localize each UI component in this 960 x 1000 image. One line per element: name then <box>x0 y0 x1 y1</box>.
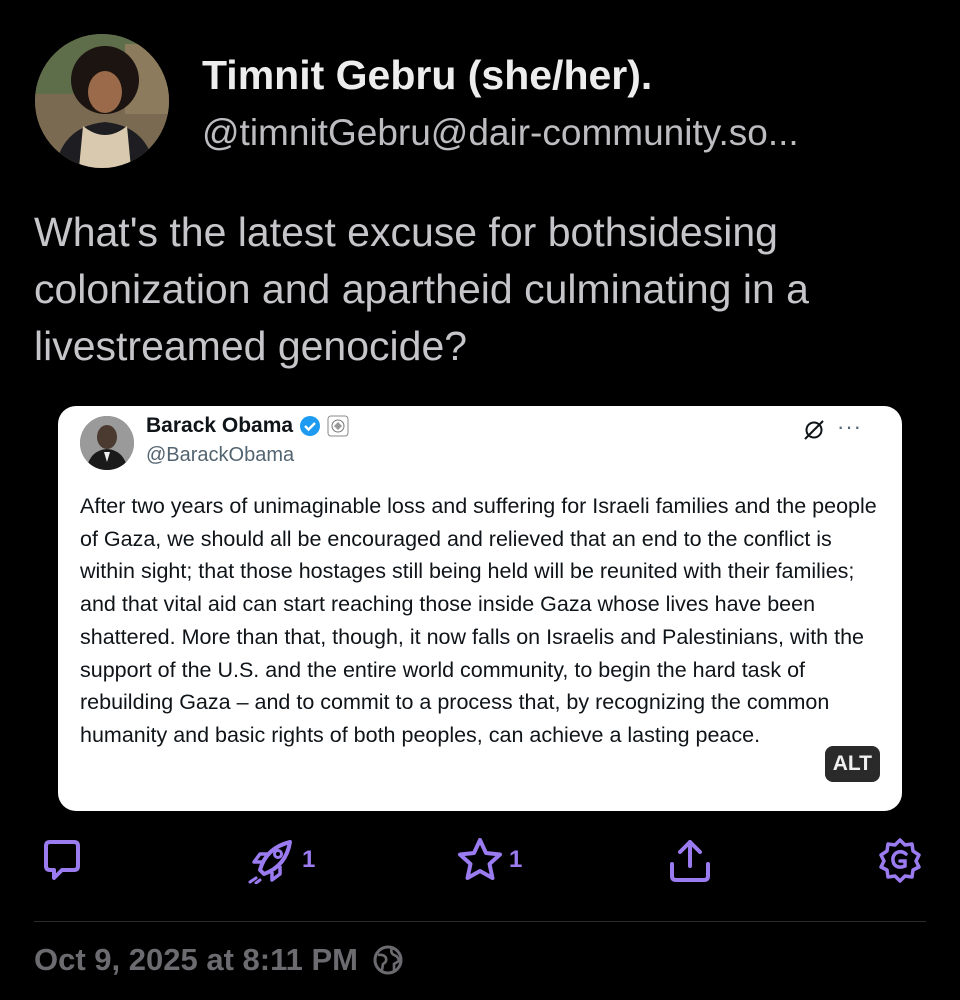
embed-author-handle: @BarackObama <box>146 444 295 466</box>
embedded-post-image[interactable]: Barack Obama @BarackObama ··· After two … <box>58 406 902 811</box>
embed-avatar <box>80 416 134 470</box>
embed-author-name-text: Barack Obama <box>146 414 294 437</box>
gear-icon <box>879 838 921 883</box>
government-seal-icon <box>327 415 349 437</box>
reply-icon <box>44 840 80 880</box>
share-button[interactable] <box>666 836 714 884</box>
post-text: What's the latest excuse for bothsidesin… <box>34 209 809 369</box>
star-icon <box>458 838 502 880</box>
more-actions-button[interactable] <box>876 836 924 884</box>
author-avatar-image <box>35 34 169 168</box>
boost-icon <box>248 840 292 884</box>
post-timestamp[interactable]: Oct 9, 2025 at 8:11 PM <box>34 942 404 978</box>
boost-count: 1 <box>302 846 316 873</box>
timestamp-text: Oct 9, 2025 at 8:11 PM <box>34 942 358 977</box>
embed-more-icon: ··· <box>837 414 862 439</box>
verified-badge-icon <box>300 416 321 436</box>
author-avatar[interactable] <box>35 34 169 168</box>
grok-icon <box>804 420 824 440</box>
favourite-count: 1 <box>509 846 523 873</box>
divider <box>34 921 926 922</box>
author-handle[interactable]: @timnitGebru@dair-community.so... <box>202 112 922 154</box>
alt-text-button[interactable]: ALT <box>824 746 880 782</box>
embed-author-name: Barack Obama <box>146 414 349 438</box>
reply-button[interactable] <box>38 836 86 884</box>
embed-post-text: After two years of unimaginable loss and… <box>80 494 877 747</box>
author-display-name[interactable]: Timnit Gebru (she/her). <box>202 52 652 99</box>
boost-button[interactable]: 1 <box>246 836 315 884</box>
action-bar: 1 1 <box>0 836 960 886</box>
globe-icon <box>373 945 403 975</box>
favourite-button[interactable]: 1 <box>455 836 522 884</box>
share-icon <box>670 840 710 882</box>
